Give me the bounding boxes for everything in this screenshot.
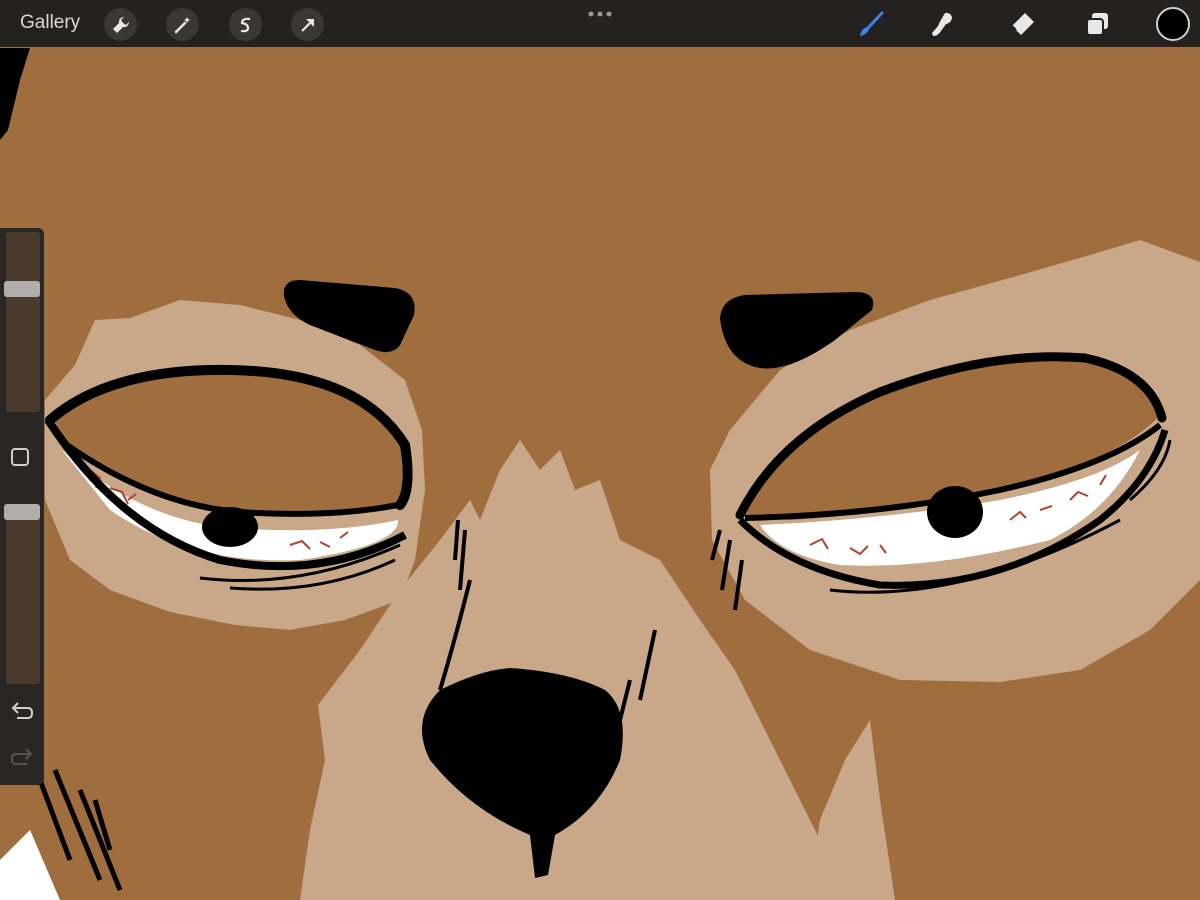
more-options-icon[interactable] [586, 9, 614, 19]
redo-icon[interactable] [9, 746, 35, 768]
modifier-button[interactable] [11, 448, 29, 466]
transform-arrow-icon[interactable] [291, 8, 324, 41]
layers-icon[interactable] [1080, 7, 1114, 41]
selection-icon[interactable] [229, 8, 262, 41]
drawing-canvas[interactable] [0, 0, 1200, 900]
opacity-knob[interactable] [4, 504, 40, 520]
brush-size-slider[interactable] [6, 232, 40, 412]
left-pupil [202, 507, 258, 547]
wrench-icon[interactable] [104, 8, 137, 41]
color-picker-button[interactable] [1156, 7, 1190, 41]
magic-wand-icon[interactable] [166, 8, 199, 41]
opacity-slider[interactable] [6, 504, 40, 684]
brush-size-knob[interactable] [4, 281, 40, 298]
right-pupil [927, 486, 983, 538]
gallery-button[interactable]: Gallery [20, 12, 80, 34]
eraser-icon[interactable] [1005, 7, 1039, 41]
brush-icon[interactable] [854, 7, 888, 41]
smudge-icon[interactable] [925, 7, 959, 41]
top-toolbar: Gallery [0, 0, 1200, 47]
left-sidebar [0, 228, 44, 785]
undo-icon[interactable] [9, 700, 35, 722]
